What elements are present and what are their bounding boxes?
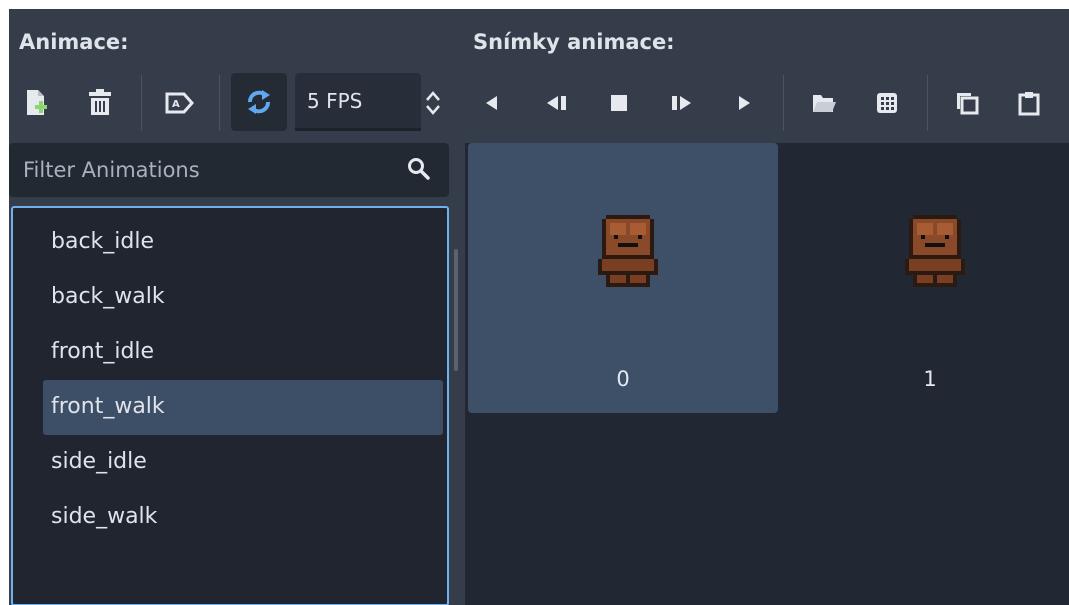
paste-icon — [1018, 92, 1040, 116]
stop-button[interactable] — [605, 89, 633, 117]
autoplay-button[interactable]: A — [161, 85, 197, 121]
sprite-sheet-button[interactable] — [871, 87, 903, 119]
play-from-start-button[interactable] — [665, 89, 697, 117]
load-frames-icon — [813, 95, 836, 112]
play-backwards-button[interactable] — [477, 89, 505, 117]
delete-icon — [89, 89, 111, 115]
animations-heading: Animace: — [19, 30, 129, 54]
list-item-selected[interactable]: front_walk — [43, 380, 443, 435]
autoplay-icon: A — [165, 92, 194, 114]
paste-frame-button[interactable] — [1013, 87, 1045, 119]
copy-frame-button[interactable] — [951, 87, 983, 119]
fps-value: 5 FPS — [307, 89, 363, 113]
search-icon — [408, 158, 430, 180]
play-backwards-from-end-icon — [547, 96, 566, 110]
sprite-sheet-icon — [877, 93, 897, 113]
splitter-grip[interactable] — [454, 249, 458, 371]
play-button[interactable] — [731, 89, 759, 117]
filter-animations-field[interactable] — [9, 143, 449, 197]
filter-animations-input[interactable] — [9, 143, 389, 197]
loop-icon — [248, 90, 270, 114]
list-item[interactable]: side_walk — [43, 490, 443, 545]
frame-index: 0 — [616, 367, 630, 391]
toolbar-separator — [141, 75, 142, 131]
play-icon — [739, 96, 750, 110]
list-item[interactable]: side_idle — [43, 435, 443, 490]
toolbar-separator — [927, 75, 928, 131]
fps-spinbox[interactable]: 5 FPS — [295, 73, 421, 131]
list-item[interactable]: back_walk — [43, 270, 443, 325]
list-item[interactable]: back_idle — [43, 215, 443, 270]
delete-animation-button[interactable] — [83, 83, 117, 123]
character-sprite-thumbnail — [905, 215, 965, 287]
load-frames-button[interactable] — [807, 87, 841, 119]
frame-tile[interactable]: 1 — [775, 143, 1069, 413]
frames-heading: Snímky animace: — [473, 30, 675, 54]
copy-icon — [957, 93, 979, 115]
toolbar-separator — [219, 75, 220, 131]
character-sprite-thumbnail — [598, 215, 658, 287]
list-item[interactable]: front_idle — [43, 325, 443, 380]
fps-stepper-icon — [426, 91, 440, 115]
svg-text:A: A — [172, 99, 180, 110]
frame-tile-selected[interactable]: 0 — [468, 143, 778, 413]
loop-toggle-button[interactable] — [231, 73, 287, 131]
toolbar-separator — [783, 75, 784, 131]
stop-icon — [611, 95, 627, 111]
new-animation-icon — [27, 90, 47, 115]
play-backwards-icon — [486, 96, 497, 110]
new-animation-button[interactable] — [21, 83, 51, 123]
frame-index: 1 — [923, 367, 937, 391]
animation-list[interactable]: back_idle back_walk front_idle front_wal… — [11, 206, 449, 605]
play-backwards-from-end-button[interactable] — [541, 89, 573, 117]
fps-stepper-arrows[interactable] — [421, 85, 445, 121]
play-from-start-icon — [672, 96, 691, 110]
sprite-frames-panel: Animace: Snímky animace: A 5 FPS Filter … — [9, 9, 1069, 605]
frames-grid[interactable]: 0 1 — [465, 143, 1069, 605]
